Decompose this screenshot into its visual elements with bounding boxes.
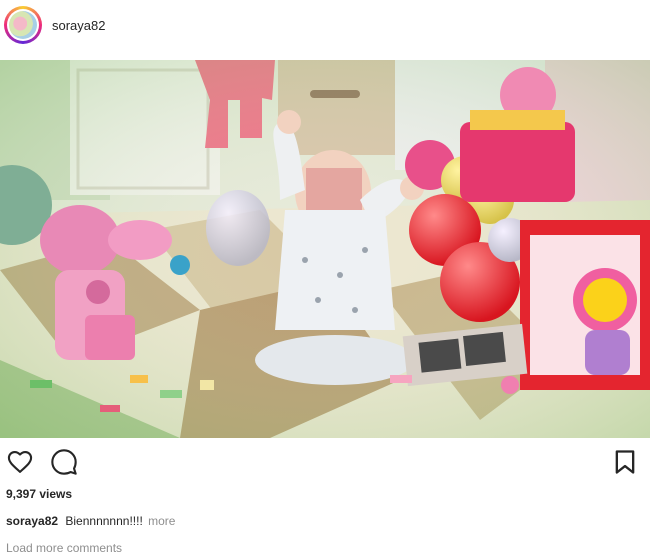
avatar-frame — [7, 9, 39, 41]
post-header: soraya82 — [0, 0, 650, 56]
post-username[interactable]: soraya82 — [52, 18, 105, 33]
post-actions — [0, 448, 650, 478]
heart-icon[interactable] — [6, 448, 34, 476]
caption-username[interactable]: soraya82 — [6, 514, 58, 528]
photo-scene — [0, 60, 650, 438]
post-photo[interactable] — [0, 60, 650, 438]
avatar[interactable] — [4, 6, 42, 44]
load-more-comments-link[interactable]: Load more comments — [6, 541, 122, 555]
caption-more-link[interactable]: more — [148, 514, 175, 528]
caption-text: Biennnnnnn!!!! — [65, 514, 143, 528]
view-count: 9,397 views — [6, 487, 73, 501]
avatar-image — [9, 11, 37, 39]
bookmark-icon[interactable] — [611, 448, 639, 476]
post-caption: soraya82 Biennnnnnn!!!! more — [6, 514, 175, 528]
comment-icon[interactable] — [50, 448, 78, 476]
